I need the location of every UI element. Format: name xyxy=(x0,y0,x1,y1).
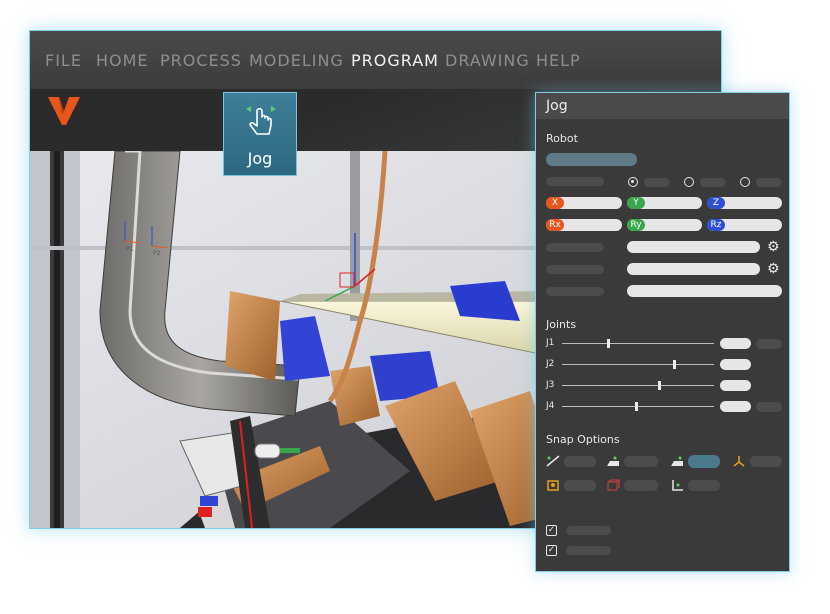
joint-slider-thumb-j4[interactable] xyxy=(635,402,639,411)
joint-slider-j2[interactable] xyxy=(562,364,714,365)
snap-edge-toggle[interactable] xyxy=(688,480,720,491)
reference-label-placeholder xyxy=(546,177,604,186)
setting-1-label xyxy=(546,243,604,252)
y-axis-badge: Y xyxy=(627,197,645,209)
joint-label-j1: J1 xyxy=(546,338,555,348)
setting-1-field[interactable] xyxy=(627,241,760,253)
option-checkbox-2[interactable]: ✓ xyxy=(546,545,557,556)
joint-value-j2[interactable] xyxy=(720,359,751,370)
frame-label-p1: P1 xyxy=(126,246,134,253)
option-2-label xyxy=(566,546,611,555)
menu-modeling[interactable]: MODELING xyxy=(249,51,344,70)
joint-label-j2: J2 xyxy=(546,359,555,369)
snap-vertex-icon[interactable] xyxy=(732,455,746,467)
menu-drawing[interactable]: DRAWING xyxy=(445,51,530,70)
joint-slider-thumb-j1[interactable] xyxy=(606,339,610,348)
joint-value-j1[interactable] xyxy=(720,338,751,349)
panel-title: Jog xyxy=(536,93,789,119)
setting-3-field[interactable] xyxy=(627,285,782,297)
jog-panel: Jog Robot X Y Z Rx Ry Rz ⚙ ⚙ Joints J1 J… xyxy=(535,92,790,572)
reference-radio-1[interactable] xyxy=(628,177,638,187)
app-logo-icon xyxy=(48,97,80,125)
snap-surface-icon[interactable] xyxy=(606,455,620,467)
ry-axis-badge: Ry xyxy=(627,219,645,231)
snap-vertex-toggle[interactable] xyxy=(750,456,782,467)
joint-unit-j4 xyxy=(756,402,782,412)
menu-program[interactable]: PROGRAM xyxy=(351,51,439,70)
snap-face-icon[interactable] xyxy=(670,455,684,467)
joint-slider-j1[interactable] xyxy=(562,343,714,344)
snap-surface-toggle[interactable] xyxy=(624,456,658,467)
x-axis-badge: X xyxy=(546,197,564,209)
radio-3-label xyxy=(756,178,782,187)
snap-face-toggle-active[interactable] xyxy=(688,455,720,468)
radio-1-label xyxy=(644,178,670,187)
robot-select-dropdown[interactable] xyxy=(546,153,637,166)
menu-home[interactable]: HOME xyxy=(96,51,149,70)
joint-value-j3[interactable] xyxy=(720,380,751,391)
reference-radio-2[interactable] xyxy=(684,177,694,187)
snap-box-toggle[interactable] xyxy=(624,480,658,491)
setting-2-field[interactable] xyxy=(627,263,760,275)
joint-slider-j3[interactable] xyxy=(562,385,714,386)
menu-process[interactable]: PROCESS xyxy=(160,51,242,70)
jog-tool-label: Jog xyxy=(247,149,273,168)
jog-tool-button[interactable]: Jog xyxy=(223,92,297,176)
radio-2-label xyxy=(700,178,726,187)
option-1-label xyxy=(566,526,611,535)
rz-axis-badge: Rz xyxy=(707,219,725,231)
gear-icon[interactable]: ⚙ xyxy=(767,240,780,254)
option-checkbox-1[interactable]: ✓ xyxy=(546,525,557,536)
joint-value-j4[interactable] xyxy=(720,401,751,412)
menu-help[interactable]: HELP xyxy=(536,51,581,70)
snap-frame-toggle[interactable] xyxy=(564,480,596,491)
menu-file[interactable]: FILE xyxy=(45,51,82,70)
snap-section-label: Snap Options xyxy=(546,433,620,446)
frame-label-p2: P2 xyxy=(153,250,161,257)
snap-line-toggle[interactable] xyxy=(564,456,596,467)
menu-bar: FILE HOME PROCESS MODELING PROGRAM DRAWI… xyxy=(30,31,721,89)
gear-icon[interactable]: ⚙ xyxy=(767,262,780,276)
z-axis-badge: Z xyxy=(707,197,725,209)
joint-slider-thumb-j3[interactable] xyxy=(658,381,662,390)
rx-axis-badge: Rx xyxy=(546,219,564,231)
setting-2-label xyxy=(546,265,604,274)
snap-frame-icon[interactable] xyxy=(546,479,560,491)
snap-box-icon[interactable] xyxy=(606,479,620,491)
setting-3-label xyxy=(546,287,604,296)
joints-section-label: Joints xyxy=(546,318,577,331)
joint-label-j3: J3 xyxy=(546,380,555,390)
hand-pointer-icon xyxy=(246,106,276,135)
snap-edge-icon[interactable] xyxy=(670,479,684,491)
joint-unit-j1 xyxy=(756,339,782,349)
joint-label-j4: J4 xyxy=(546,401,555,411)
snap-line-icon[interactable] xyxy=(546,455,560,467)
joint-slider-thumb-j2[interactable] xyxy=(673,360,677,369)
robot-section-label: Robot xyxy=(546,132,578,145)
reference-radio-3[interactable] xyxy=(740,177,750,187)
